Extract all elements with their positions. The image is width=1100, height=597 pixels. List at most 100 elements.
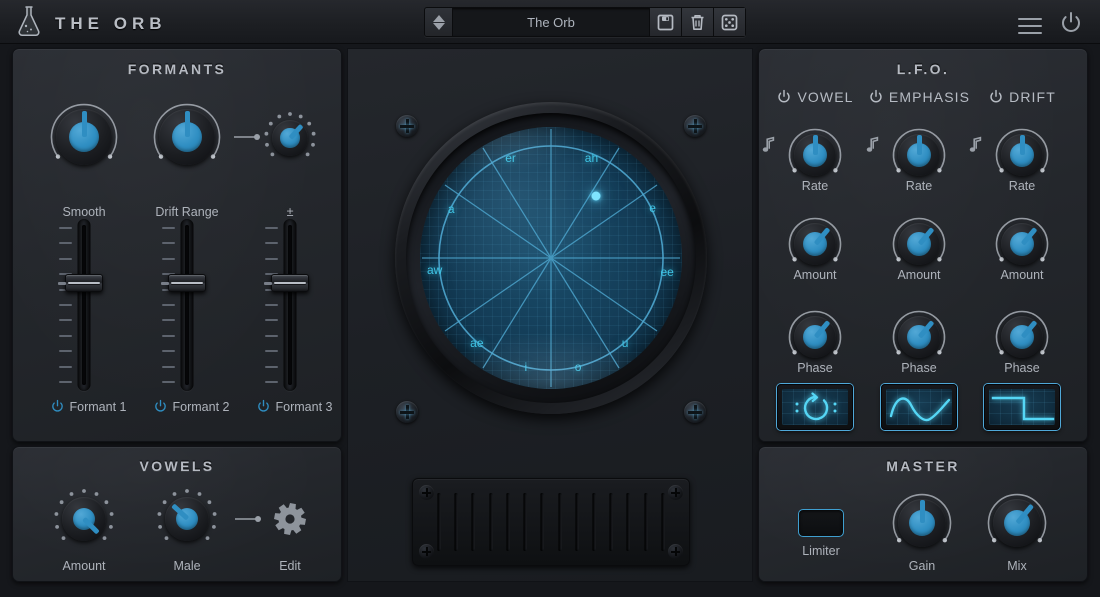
power-icon[interactable] [153, 399, 168, 414]
lfo-vowel-rate-label: Rate [770, 179, 860, 193]
slider-tick [265, 242, 278, 244]
vent-slot [609, 493, 613, 551]
lfo-drift-rate-label: Rate [977, 179, 1067, 193]
slider-groove [185, 225, 189, 385]
vent-slot [471, 493, 475, 551]
slider-tick [265, 227, 278, 229]
knob-pointer [917, 135, 922, 155]
lfo-drift-amount-knob[interactable] [994, 216, 1050, 272]
lfo-title: L.F.O. [759, 61, 1087, 77]
power-icon[interactable] [256, 399, 271, 414]
orb-vowel-label: i [524, 360, 527, 374]
formants-bipolar-knob[interactable] [263, 111, 317, 165]
slider-tick [59, 381, 72, 383]
slider-tick [162, 350, 175, 352]
screw-icon [419, 485, 434, 500]
preset-name[interactable]: The Orb [453, 8, 649, 36]
vowels-amount-label: Amount [29, 559, 139, 573]
vowels-male-knob[interactable] [156, 488, 218, 550]
master-gain-knob[interactable] [891, 492, 953, 554]
vent-slot [506, 493, 510, 551]
lfo-emphasis-amount-knob[interactable] [891, 216, 947, 272]
formant-3-power-row[interactable]: Formant 3 [248, 399, 340, 414]
slider-tick [265, 366, 278, 368]
slider-groove [288, 225, 292, 385]
formants-drift-range-knob[interactable] [152, 102, 222, 172]
slider-tick [162, 227, 175, 229]
limiter-label: Limiter [776, 544, 866, 558]
orb-inner-bezel: eraheeeuoiaeawa [406, 113, 696, 403]
preset-random-button[interactable] [713, 8, 745, 36]
preset-stepper[interactable] [425, 8, 453, 36]
preset-prev-button[interactable] [433, 15, 445, 22]
lfo-vowel-waveform-button[interactable] [777, 384, 853, 430]
music-note-icon[interactable] [761, 136, 777, 154]
formants-drift-range-label: Drift Range [132, 205, 242, 219]
slider-handle[interactable] [65, 274, 103, 292]
slider-tick [162, 335, 175, 337]
orb-vowel-label: ee [660, 265, 673, 279]
master-mix-knob[interactable] [986, 492, 1048, 554]
slider-handle[interactable] [168, 274, 206, 292]
formant-3-label: Formant 3 [276, 400, 333, 414]
power-icon[interactable] [988, 89, 1004, 105]
limiter-toggle[interactable] [798, 509, 844, 537]
waveform-screen [886, 389, 952, 425]
power-icon[interactable] [776, 89, 792, 105]
lfo-emphasis-waveform-button[interactable] [881, 384, 957, 430]
knob-pointer [1020, 135, 1025, 155]
formant-1-label: Formant 1 [70, 400, 127, 414]
slider-tick [162, 381, 175, 383]
floppy-disk-icon [657, 14, 674, 31]
music-note-icon[interactable] [968, 136, 984, 154]
screw-icon [684, 401, 706, 423]
lfo-vowel-rate-knob[interactable] [787, 127, 843, 183]
vowels-amount-knob[interactable] [53, 488, 115, 550]
preset-delete-button[interactable] [681, 8, 713, 36]
formant-2-power-row[interactable]: Formant 2 [145, 399, 237, 414]
power-icon[interactable] [50, 399, 65, 414]
lfo-drift-power-row[interactable]: DRIFT [960, 89, 1084, 105]
formant-1-slider[interactable] [58, 219, 110, 391]
dice-icon [721, 14, 738, 31]
music-note-icon[interactable] [865, 136, 881, 154]
orb-vowel-label: aw [427, 263, 442, 277]
lfo-vowel-amount-knob[interactable] [787, 216, 843, 272]
knob-pointer [185, 111, 190, 137]
vent-grille [412, 478, 690, 566]
slider-tick [162, 242, 175, 244]
orb-vowel-label: u [622, 336, 629, 350]
lfo-drift-waveform-button[interactable] [984, 384, 1060, 430]
preset-save-button[interactable] [649, 8, 681, 36]
lfo-drift-phase-knob[interactable] [994, 309, 1050, 365]
formant-3-slider[interactable] [264, 219, 316, 391]
slider-groove [82, 225, 86, 385]
formant-1-power-row[interactable]: Formant 1 [42, 399, 134, 414]
lfo-emphasis-phase-knob[interactable] [891, 309, 947, 365]
gear-icon[interactable] [273, 502, 307, 536]
orb-screen[interactable]: eraheeeuoiaeawa [420, 127, 682, 389]
formants-bipolar-label: ± [260, 205, 320, 219]
formants-smooth-knob[interactable] [49, 102, 119, 172]
formants-link-arrow-icon [234, 131, 260, 143]
power-icon[interactable] [1058, 10, 1084, 41]
vent-slot [540, 493, 544, 551]
lfo-emphasis-phase-label: Phase [874, 361, 964, 375]
formant-2-slider[interactable] [161, 219, 213, 391]
slider-tick [59, 319, 72, 321]
vowels-male-label: Male [132, 559, 242, 573]
slider-tick [162, 366, 175, 368]
lfo-vowel-amount-label: Amount [770, 268, 860, 282]
hamburger-menu-icon[interactable] [1018, 18, 1042, 34]
orb-cursor-dot[interactable] [591, 192, 600, 201]
slider-tick [265, 258, 278, 260]
lfo-emphasis-rate-label: Rate [874, 179, 964, 193]
orb-vowel-label: o [575, 360, 582, 374]
lfo-emphasis-rate-knob[interactable] [891, 127, 947, 183]
lfo-vowel-phase-knob[interactable] [787, 309, 843, 365]
lfo-panel: L.F.O. VOWELRateAmountPhaseEMPHASISRateA… [758, 48, 1088, 442]
lfo-drift-rate-knob[interactable] [994, 127, 1050, 183]
power-icon[interactable] [868, 89, 884, 105]
preset-next-button[interactable] [433, 23, 445, 30]
slider-handle[interactable] [271, 274, 309, 292]
